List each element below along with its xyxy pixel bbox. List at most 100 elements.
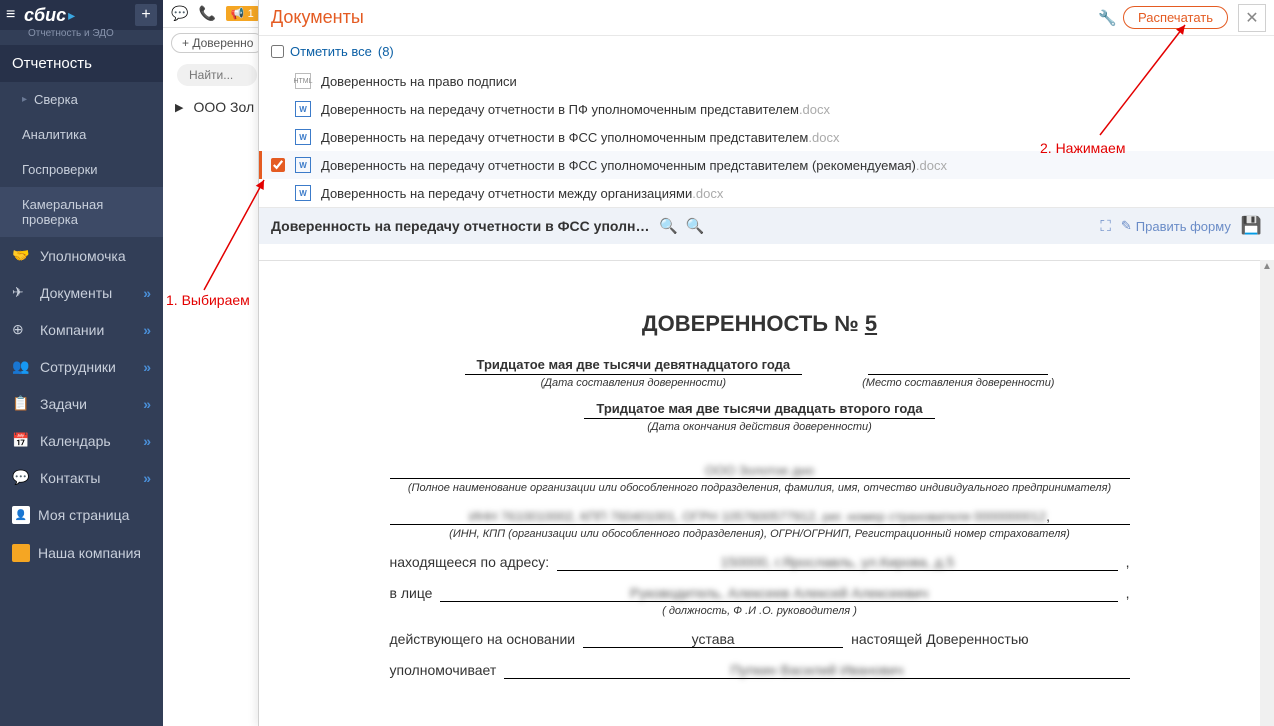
- chevron-right-icon: »: [143, 322, 151, 338]
- date-expire-caption: (Дата окончания действия доверенности): [584, 421, 934, 433]
- print-button[interactable]: Распечатать: [1123, 6, 1228, 29]
- zoom-in-icon[interactable]: 🔍: [659, 217, 678, 235]
- authorize-value: Пупкин Василий Иванович: [730, 662, 903, 678]
- title-number: 5: [865, 311, 877, 336]
- scroll-up-icon[interactable]: ▲: [1260, 260, 1274, 274]
- chevron-right-icon: »: [143, 359, 151, 375]
- doc-ext: .docx: [916, 158, 947, 173]
- mark-all-count: (8): [378, 44, 394, 59]
- phone-icon[interactable]: 📞: [198, 5, 215, 22]
- sidebar: ≡ сбис ▸ + Отчетность и ЭДО Отчетность ▸…: [0, 0, 163, 726]
- address-value: 150000, г.Ярославль, ул.Кирова, д.5: [721, 554, 955, 570]
- chat-icon: 💬: [12, 469, 32, 486]
- edit-form-label: Править форму: [1136, 219, 1231, 234]
- sidebar-item-kameralnaya[interactable]: Камеральная проверка: [0, 187, 163, 237]
- panel-title: Документы: [271, 7, 1092, 28]
- notification-badge[interactable]: 📢 1: [226, 6, 259, 21]
- authorize-label: уполномочивает: [390, 662, 497, 678]
- sidebar-item-tasks[interactable]: 📋 Задачи »: [0, 385, 163, 422]
- sidebar-item-gosproverki[interactable]: Госпроверки: [0, 152, 163, 187]
- logo-subtitle: Отчетность и ЭДО: [0, 28, 163, 45]
- sidebar-item-contacts[interactable]: 💬 Контакты »: [0, 459, 163, 496]
- doc-title: ДОВЕРЕННОСТЬ № 5: [390, 311, 1130, 337]
- chevron-right-icon: »: [143, 285, 151, 301]
- title-prefix: ДОВЕРЕННОСТЬ №: [642, 311, 865, 336]
- doc-row[interactable]: HTML Доверенность на право подписи: [259, 67, 1274, 95]
- scrollbar-track[interactable]: ▲: [1260, 260, 1274, 726]
- word-file-icon: W: [295, 101, 311, 117]
- handshake-icon: 🤝: [12, 247, 32, 264]
- nav-label: Моя страница: [38, 507, 151, 523]
- sidebar-item-documents[interactable]: ✈ Документы »: [0, 274, 163, 311]
- wrench-icon[interactable]: 🔧: [1098, 9, 1117, 27]
- documents-panel: Документы 🔧 Распечатать ✕ Отметить все (…: [258, 0, 1274, 726]
- doc-row[interactable]: W Доверенность на передачу отчетности в …: [259, 123, 1274, 151]
- save-icon[interactable]: 💾: [1241, 216, 1262, 236]
- mark-all-row[interactable]: Отметить все (8): [259, 36, 1274, 67]
- chevron-right-icon: »: [143, 470, 151, 486]
- sidebar-item-ourcompany[interactable]: Наша компания: [0, 534, 163, 572]
- sidebar-item-companies[interactable]: ⊕ Компании »: [0, 311, 163, 348]
- sidebar-item-calendar[interactable]: 📅 Календарь »: [0, 422, 163, 459]
- doc-row[interactable]: W Доверенность на передачу отчетности ме…: [259, 179, 1274, 207]
- annotation-1: 1. Выбираем: [166, 292, 250, 308]
- avatar-icon: 👤: [12, 506, 30, 524]
- nav-label: Аналитика: [22, 127, 151, 142]
- nav-label: Сотрудники: [40, 359, 143, 375]
- company-name: ООО Зол: [193, 99, 254, 115]
- address-label: находящееся по адресу:: [390, 554, 550, 570]
- basis-label: действующего на основании: [390, 631, 576, 647]
- sidebar-item-analytics[interactable]: Аналитика: [0, 117, 163, 152]
- mark-all-label: Отметить все: [290, 44, 372, 59]
- close-button[interactable]: ✕: [1238, 4, 1266, 32]
- in-face-caption: ( должность, Ф .И .О. руководителя ): [390, 605, 1130, 617]
- nav-label: Госпроверки: [22, 162, 151, 177]
- place-caption: (Место составления доверенности): [862, 377, 1054, 389]
- doc-row[interactable]: W Доверенность на передачу отчетности в …: [259, 95, 1274, 123]
- chat-bubble-icon[interactable]: 💬: [171, 5, 188, 22]
- preview-title: Доверенность на передачу отчетности в ФС…: [271, 218, 651, 234]
- doc-name: Доверенность на передачу отчетности межд…: [321, 186, 692, 201]
- add-button[interactable]: +: [135, 4, 157, 26]
- nav-label: Контакты: [40, 470, 143, 486]
- edit-form-button[interactable]: ✎ Править форму: [1121, 218, 1231, 234]
- calendar-icon: 📅: [12, 432, 32, 449]
- add-proxy-button[interactable]: + Доверенно: [171, 33, 264, 53]
- word-file-icon: W: [295, 185, 311, 201]
- search-input[interactable]: [177, 64, 257, 86]
- preview-body[interactable]: ДОВЕРЕННОСТЬ № 5 Тридцатое мая две тысяч…: [259, 260, 1260, 726]
- doc-name: Доверенность на право подписи: [321, 74, 517, 89]
- document-page: ДОВЕРЕННОСТЬ № 5 Тридцатое мая две тысяч…: [350, 281, 1170, 709]
- sidebar-item-employees[interactable]: 👥 Сотрудники »: [0, 348, 163, 385]
- word-file-icon: W: [295, 129, 311, 145]
- word-file-icon: W: [295, 157, 311, 173]
- expand-caret-icon[interactable]: ▶: [175, 101, 183, 114]
- sidebar-item-mypage[interactable]: 👤 Моя страница: [0, 496, 163, 534]
- menu-icon[interactable]: ≡: [6, 6, 24, 24]
- badge-count: 1: [248, 8, 254, 20]
- zoom-out-icon[interactable]: 🔍: [686, 217, 705, 235]
- in-face-label: в лице: [390, 585, 433, 601]
- nav-label: Сверка: [34, 92, 151, 107]
- doc-ext: .docx: [799, 102, 830, 117]
- logo[interactable]: сбис ▸: [24, 5, 135, 26]
- doc-ext: .docx: [808, 130, 839, 145]
- globe-icon: ⊕: [12, 321, 32, 338]
- people-icon: 👥: [12, 358, 32, 375]
- org-caption: (Полное наименование организации или обо…: [390, 482, 1130, 494]
- mark-all-checkbox[interactable]: [271, 45, 284, 58]
- sidebar-item-upolnomochka[interactable]: 🤝 Уполномочка: [0, 237, 163, 274]
- sidebar-section-header[interactable]: Отчетность: [0, 45, 163, 82]
- doc-row[interactable]: W Доверенность на передачу отчетности в …: [259, 151, 1274, 179]
- company-icon: [12, 544, 30, 562]
- place-value: [868, 357, 1048, 375]
- expand-icon[interactable]: ⛶: [1100, 218, 1111, 235]
- nav-label: Компании: [40, 322, 143, 338]
- sidebar-item-sverka[interactable]: ▸ Сверка: [0, 82, 163, 117]
- preview-bar: Доверенность на передачу отчетности в ФС…: [259, 208, 1274, 244]
- logo-text: сбис: [24, 5, 66, 26]
- nav-label: Календарь: [40, 433, 143, 449]
- clipboard-icon: 📋: [12, 395, 32, 412]
- in-face-value: Руководитель, Алексеев Алексей Алексееви…: [630, 585, 928, 601]
- doc-checkbox[interactable]: [271, 158, 285, 172]
